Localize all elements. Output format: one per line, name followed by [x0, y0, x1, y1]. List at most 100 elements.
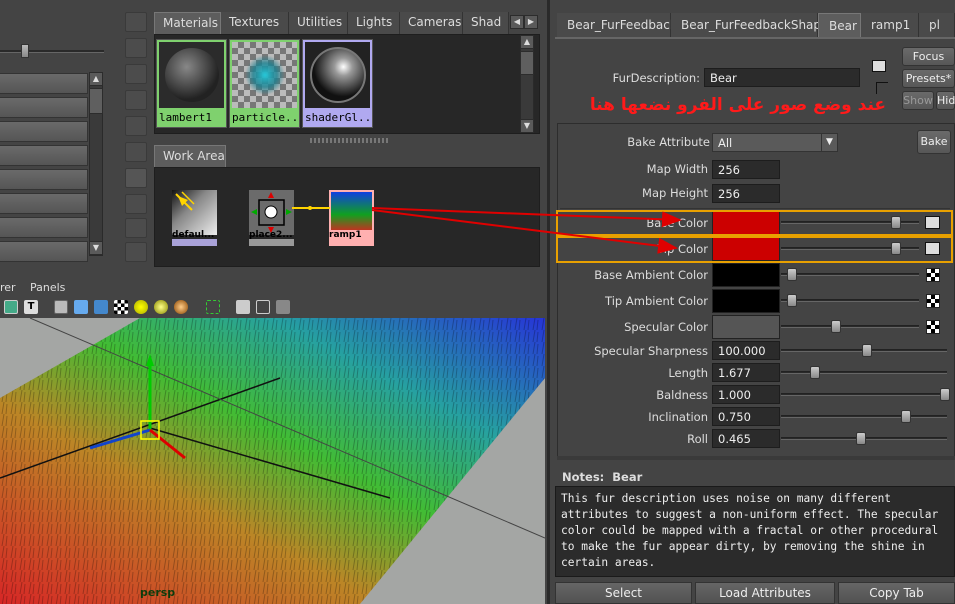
goto-input-icon[interactable] [872, 60, 886, 72]
scroll-down-icon[interactable]: ▼ [89, 241, 103, 255]
isolate-select-icon[interactable] [206, 300, 220, 314]
material-swatch-lambert1[interactable]: lambert1 [156, 39, 227, 128]
shading-icon[interactable] [4, 300, 18, 314]
light-icon[interactable] [134, 300, 148, 314]
share-icon[interactable] [276, 300, 290, 314]
map-height-field[interactable]: 256 [712, 184, 780, 203]
slider-handle[interactable] [787, 268, 797, 281]
list-row[interactable] [0, 193, 88, 214]
left-slider-handle[interactable] [21, 44, 29, 58]
map-width-field[interactable]: 256 [712, 160, 780, 179]
list-row[interactable] [0, 145, 88, 166]
xray-icon[interactable] [236, 300, 250, 314]
left-slider[interactable] [0, 50, 104, 53]
scroll-up-icon[interactable]: ▲ [89, 72, 103, 86]
menu-panels[interactable]: Panels [30, 281, 65, 294]
copy-tab-button[interactable]: Copy Tab [838, 582, 955, 604]
tab-cameras[interactable]: Cameras [400, 12, 463, 34]
scroll-thumb[interactable] [89, 88, 103, 114]
list-row[interactable] [0, 217, 88, 238]
slider-handle[interactable] [856, 432, 866, 445]
checker-map-icon[interactable] [926, 320, 940, 334]
hypershade-tool-icon[interactable] [125, 38, 147, 58]
color-swatch[interactable] [712, 289, 780, 313]
slider-handle[interactable] [810, 366, 820, 379]
slider-handle[interactable] [901, 410, 911, 423]
tab-scroll-left-icon[interactable]: ◀ [510, 15, 524, 29]
tab-ramp1[interactable]: ramp1 [861, 13, 919, 37]
cube-textured-icon[interactable] [94, 300, 108, 314]
checker-map-icon[interactable] [926, 268, 940, 282]
tab-utilities[interactable]: Utilities [289, 12, 348, 34]
tab-materials[interactable]: Materials [154, 12, 221, 34]
tab-bear[interactable]: Bear [818, 13, 861, 37]
scroll-thumb[interactable] [520, 51, 534, 75]
tab-work-area[interactable]: Work Area [154, 145, 226, 167]
slider-handle[interactable] [862, 344, 872, 357]
list-row[interactable] [0, 121, 88, 142]
menu-renderer[interactable]: rer [0, 281, 16, 294]
xray-joints-icon[interactable] [256, 300, 270, 314]
viewport-persp[interactable]: persp [0, 318, 545, 604]
checker-map-icon[interactable] [926, 294, 940, 308]
list-row[interactable] [0, 169, 88, 190]
hypershade-tool-icon[interactable] [125, 168, 147, 188]
slider-handle[interactable] [831, 320, 841, 333]
material-swatch-shaderglow[interactable]: shaderGl... [302, 39, 373, 128]
scroll-up-icon[interactable]: ▲ [520, 35, 534, 49]
hide-button[interactable]: Hid [936, 91, 955, 110]
focus-button[interactable]: Focus [902, 47, 955, 66]
attr-value-field[interactable]: 0.465 [712, 429, 780, 448]
attr-slider[interactable] [781, 393, 947, 396]
hypershade-tool-icon[interactable] [125, 64, 147, 84]
pane-splitter[interactable] [310, 138, 390, 143]
attr-value-field[interactable]: 100.000 [712, 341, 780, 360]
color-swatch[interactable] [712, 263, 780, 287]
list-row[interactable] [0, 73, 88, 94]
hypershade-tool-icon[interactable] [125, 116, 147, 136]
select-button[interactable]: Select [555, 582, 692, 604]
slider-handle[interactable] [787, 294, 797, 307]
tab-bear-furfeedback[interactable]: Bear_FurFeedback [557, 13, 677, 37]
material-swatch-particle[interactable]: particle... [229, 39, 300, 128]
tab-textures[interactable]: Textures [221, 12, 289, 34]
list-row[interactable] [0, 97, 88, 118]
lights-all-icon[interactable] [154, 300, 168, 314]
scroll-down-icon[interactable]: ▼ [520, 119, 534, 133]
bake-button[interactable]: Bake [917, 130, 951, 154]
tab-lights[interactable]: Lights [348, 12, 400, 34]
attr-slider[interactable] [781, 325, 919, 328]
attr-value-field[interactable]: 1.677 [712, 363, 780, 382]
node-default-light[interactable]: defaul... [172, 190, 217, 247]
shadows-icon[interactable] [174, 300, 188, 314]
tab-bear-furfeedbackshape[interactable]: Bear_FurFeedbackShape [671, 13, 828, 37]
tab-place2d[interactable]: pl [919, 13, 955, 37]
attr-slider[interactable] [781, 371, 947, 374]
color-swatch[interactable] [712, 315, 780, 339]
bake-attribute-dropdown[interactable]: All ▼ [712, 133, 838, 152]
tab-shading[interactable]: Shad [463, 12, 509, 34]
hypershade-tool-icon[interactable] [125, 218, 147, 238]
attr-slider[interactable] [781, 415, 947, 418]
attr-value-field[interactable]: 1.000 [712, 385, 780, 404]
hypershade-tool-icon[interactable] [125, 90, 147, 110]
texture-icon[interactable]: T [24, 300, 38, 314]
presets-button[interactable]: Presets* [902, 69, 955, 88]
show-button[interactable]: Show [902, 91, 934, 110]
load-attributes-button[interactable]: Load Attributes [695, 582, 835, 604]
goto-output-icon[interactable] [876, 82, 888, 94]
list-row[interactable] [0, 241, 88, 262]
tab-scroll-right-icon[interactable]: ▶ [524, 15, 538, 29]
hypershade-tool-icon[interactable] [125, 12, 147, 32]
slider-handle[interactable] [940, 388, 950, 401]
attr-slider[interactable] [781, 273, 919, 276]
attr-value-field[interactable]: 0.750 [712, 407, 780, 426]
cube-shaded-icon[interactable] [74, 300, 88, 314]
node-place2d[interactable]: place2... [249, 190, 294, 247]
hypershade-tool-icon[interactable] [125, 142, 147, 162]
node-ramp1[interactable]: ramp1 [329, 190, 374, 247]
attr-slider[interactable] [781, 299, 919, 302]
notes-textarea[interactable]: This fur description uses noise on many … [555, 486, 955, 577]
hypershade-tool-icon[interactable] [125, 242, 147, 262]
fur-description-field[interactable]: Bear [704, 68, 860, 87]
